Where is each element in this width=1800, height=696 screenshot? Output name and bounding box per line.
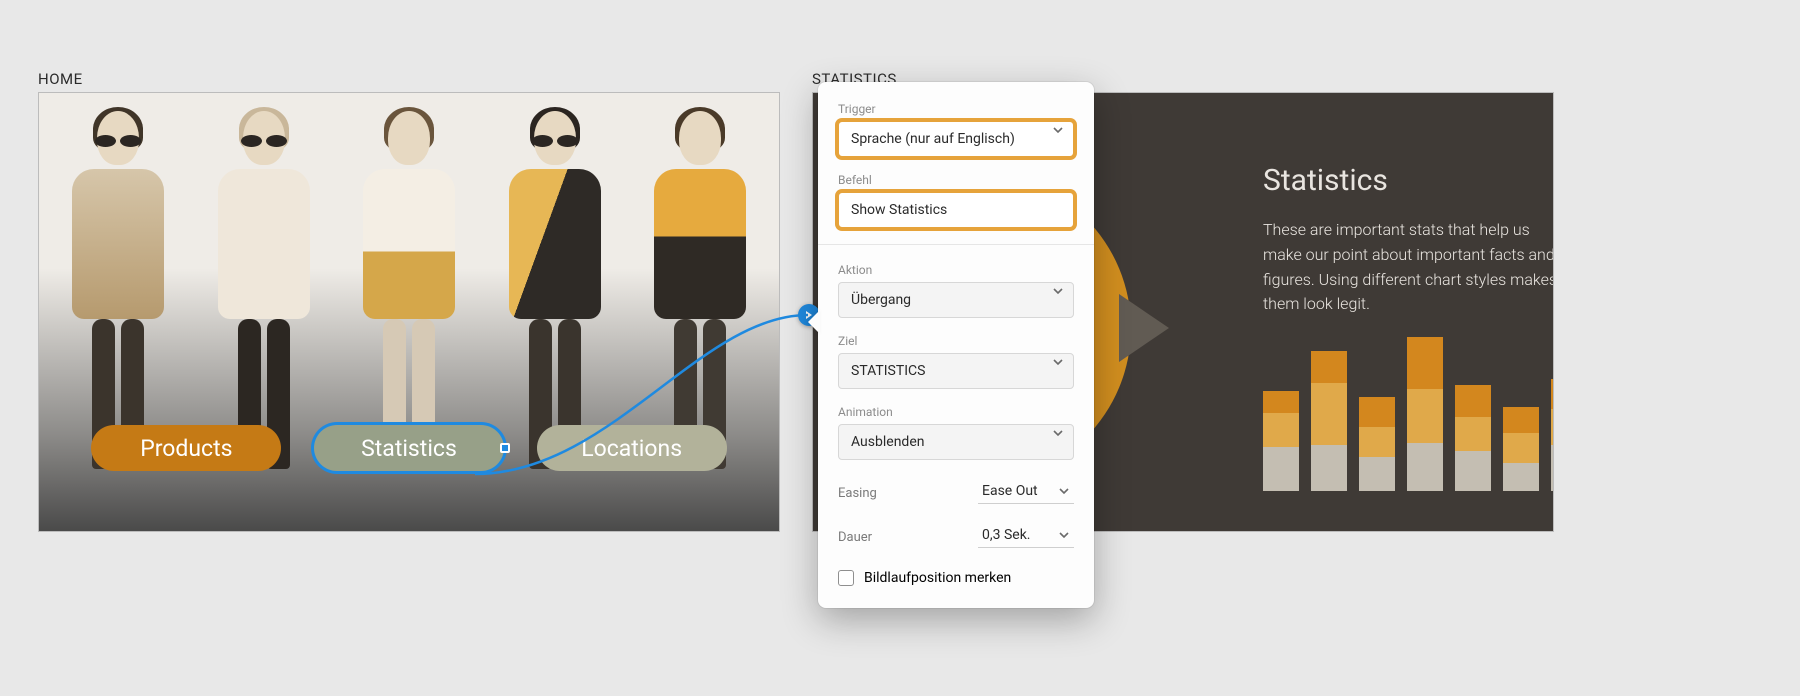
bar-chart bbox=[1263, 321, 1554, 491]
home-artboard: Products Statistics Locations bbox=[38, 92, 780, 532]
chevron-down-icon bbox=[1052, 285, 1064, 297]
bar bbox=[1263, 391, 1299, 491]
scroll-position-checkbox[interactable] bbox=[838, 570, 854, 586]
easing-select[interactable]: Ease Out bbox=[978, 483, 1074, 504]
action-value: Übergang bbox=[851, 292, 911, 308]
bar bbox=[1407, 337, 1443, 491]
action-select[interactable]: Übergang bbox=[838, 282, 1074, 318]
panel-pointer-icon bbox=[808, 310, 820, 334]
bar bbox=[1503, 407, 1539, 491]
command-label: Befehl bbox=[838, 173, 1074, 187]
chevron-down-icon bbox=[1058, 485, 1070, 497]
statistics-button[interactable]: Statistics bbox=[314, 425, 504, 471]
statistics-button-label: Statistics bbox=[361, 435, 457, 462]
duration-value: 0,3 Sek. bbox=[982, 527, 1031, 543]
products-button[interactable]: Products bbox=[91, 425, 281, 471]
animation-select[interactable]: Ausblenden bbox=[838, 424, 1074, 460]
easing-label: Easing bbox=[838, 486, 877, 501]
trigger-select[interactable]: Sprache (nur auf Englisch) bbox=[838, 121, 1074, 157]
panel-divider bbox=[818, 244, 1094, 245]
pie-arrow-icon bbox=[1119, 294, 1169, 362]
bar bbox=[1359, 397, 1395, 491]
easing-value: Ease Out bbox=[982, 483, 1038, 499]
statistics-heading: Statistics bbox=[1263, 163, 1554, 198]
home-artboard-label: HOME bbox=[38, 70, 83, 88]
action-label: Aktion bbox=[838, 263, 1074, 277]
duration-select[interactable]: 0,3 Sek. bbox=[978, 527, 1074, 548]
animation-value: Ausblenden bbox=[851, 434, 924, 450]
chevron-down-icon bbox=[1052, 427, 1064, 439]
animation-label: Animation bbox=[838, 405, 1074, 419]
command-input[interactable]: Show Statistics bbox=[838, 192, 1074, 228]
target-label: Ziel bbox=[838, 334, 1074, 348]
bar bbox=[1455, 385, 1491, 491]
locations-button[interactable]: Locations bbox=[537, 425, 727, 471]
statistics-body: These are important stats that help us m… bbox=[1263, 218, 1554, 317]
chevron-down-icon bbox=[1052, 124, 1064, 136]
home-button-row: Products Statistics Locations bbox=[39, 425, 779, 471]
scroll-position-label: Bildlaufposition merken bbox=[864, 570, 1011, 586]
bar bbox=[1311, 351, 1347, 491]
target-value: STATISTICS bbox=[851, 363, 925, 379]
bar bbox=[1551, 379, 1554, 491]
trigger-label: Trigger bbox=[838, 102, 1074, 116]
chevron-down-icon bbox=[1052, 356, 1064, 368]
target-select[interactable]: STATISTICS bbox=[838, 353, 1074, 389]
selection-handle[interactable] bbox=[500, 443, 510, 453]
command-value: Show Statistics bbox=[851, 202, 947, 218]
trigger-value: Sprache (nur auf Englisch) bbox=[851, 131, 1015, 147]
interaction-panel: Trigger Sprache (nur auf Englisch) Befeh… bbox=[818, 82, 1094, 608]
chevron-down-icon bbox=[1058, 529, 1070, 541]
duration-label: Dauer bbox=[838, 530, 872, 545]
